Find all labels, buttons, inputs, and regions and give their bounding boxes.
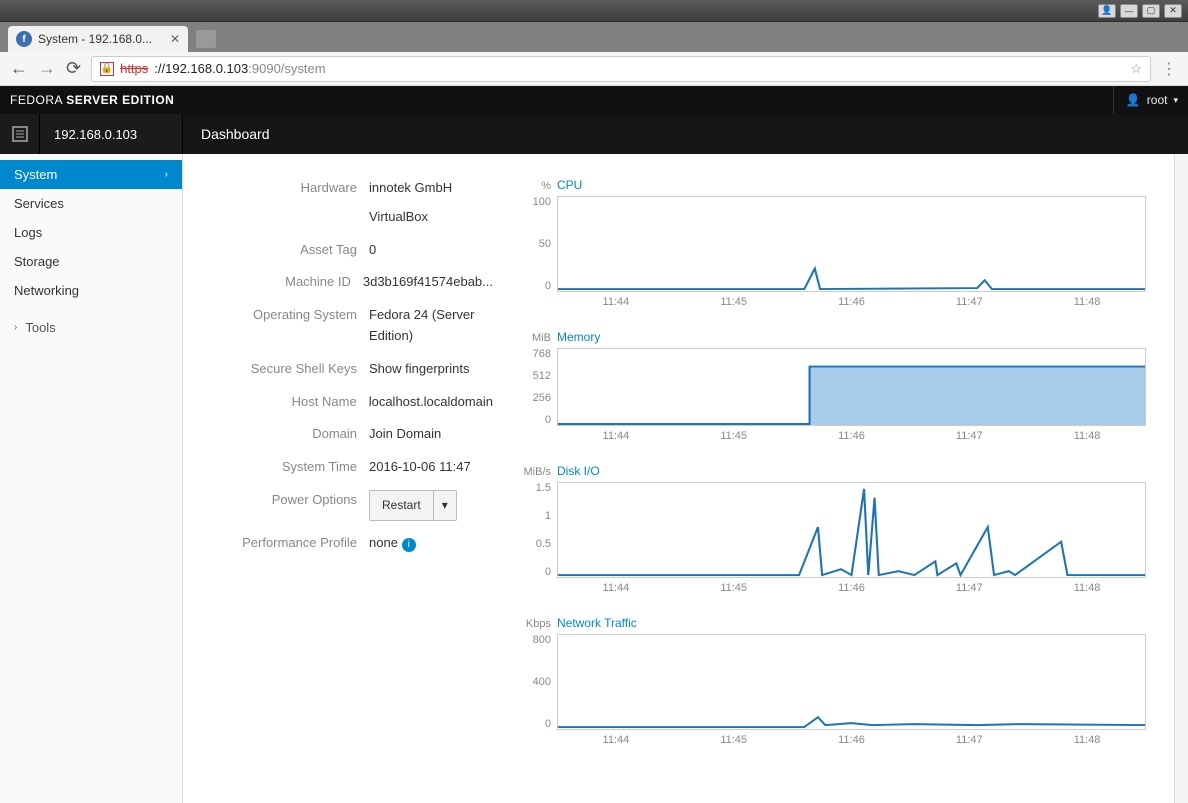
- mem-yaxis: 7685122560: [523, 348, 557, 426]
- label-machine-id: Machine ID: [219, 272, 363, 293]
- net-xaxis: 11:4411:4511:4611:4711:48: [557, 730, 1146, 746]
- label-domain: Domain: [219, 424, 369, 445]
- chevron-right-icon: ›: [14, 322, 17, 333]
- cpu-xaxis: 11:4411:4511:4611:4711:48: [557, 292, 1146, 308]
- user-menu-button[interactable]: 👤: [1098, 4, 1116, 18]
- mem-unit: MiB: [523, 332, 557, 344]
- cpu-title[interactable]: CPU: [557, 178, 582, 192]
- url-host: ://192.168.0.103: [154, 61, 248, 76]
- disk-title[interactable]: Disk I/O: [557, 464, 600, 478]
- link-show-fingerprints[interactable]: Show fingerprints: [369, 359, 493, 380]
- content-scrollbar[interactable]: [1174, 154, 1188, 803]
- mem-xaxis: 11:4411:4511:4611:4711:48: [557, 426, 1146, 442]
- sidebar-item-label: Networking: [14, 283, 79, 298]
- restart-button-label: Restart: [370, 491, 433, 520]
- brand-bar: FEDORA SERVER EDITION 👤 root ▾: [0, 86, 1188, 114]
- window-maximize-button[interactable]: ▢: [1142, 4, 1160, 18]
- sidebar-item-label: System: [14, 167, 57, 182]
- cpu-unit: %: [523, 180, 557, 192]
- chart-memory: MiBMemory 7685122560 11:4411:4511:4611:4…: [523, 330, 1146, 442]
- link-system-time[interactable]: 2016-10-06 11:47: [369, 457, 493, 478]
- chevron-right-icon: ›: [165, 169, 168, 180]
- sidebar-item-label: Services: [14, 196, 64, 211]
- window-minimize-button[interactable]: —: [1120, 4, 1138, 18]
- info-icon[interactable]: i: [402, 538, 416, 552]
- user-icon: 👤: [1126, 93, 1141, 107]
- value-machine-id: 3d3b169f41574ebab...: [363, 272, 493, 293]
- server-icon: [0, 114, 40, 154]
- caret-down-icon: ▾: [1173, 95, 1178, 106]
- brand-text: FEDORA SERVER EDITION: [10, 93, 174, 107]
- sidebar: System › Services Logs Storage Networking › T…: [0, 154, 183, 803]
- url-path: :9090/system: [248, 61, 325, 76]
- sidebar-item-services[interactable]: Services: [0, 189, 182, 218]
- tab-close-icon[interactable]: ✕: [170, 32, 180, 46]
- net-plot[interactable]: [557, 634, 1146, 730]
- os-titlebar: 👤 — ▢ ✕: [0, 0, 1188, 22]
- browser-toolbar: ← → ⟳ 🔒 https ://192.168.0.103:9090/syst…: [0, 52, 1188, 86]
- sidebar-group-label: Tools: [25, 320, 168, 335]
- cpu-yaxis: 100500: [523, 196, 557, 292]
- host-ip: 192.168.0.103: [40, 127, 137, 142]
- label-hardware: Hardware: [219, 178, 369, 199]
- label-host-name: Host Name: [219, 392, 369, 413]
- net-yaxis: 8004000: [523, 634, 557, 730]
- dashboard-label[interactable]: Dashboard: [183, 114, 270, 154]
- browser-tab[interactable]: f System - 192.168.0... ✕: [8, 26, 188, 52]
- net-title[interactable]: Network Traffic: [557, 616, 637, 630]
- mem-plot[interactable]: [557, 348, 1146, 426]
- disk-yaxis: 1.510.50: [523, 482, 557, 578]
- nav-forward-icon: →: [38, 58, 56, 79]
- sidebar-item-storage[interactable]: Storage: [0, 247, 182, 276]
- link-host-name[interactable]: localhost.localdomain: [369, 392, 493, 413]
- restart-button[interactable]: Restart ▾: [369, 490, 457, 521]
- label-power-options: Power Options: [219, 490, 369, 511]
- disk-unit: MiB/s: [523, 466, 557, 478]
- user-name: root: [1147, 93, 1168, 107]
- url-box[interactable]: 🔒 https ://192.168.0.103:9090/system ☆: [91, 56, 1151, 82]
- value-asset-tag: 0: [369, 240, 493, 261]
- user-menu[interactable]: 👤 root ▾: [1113, 86, 1178, 114]
- label-os: Operating System: [219, 305, 369, 326]
- system-info: Hardware innotek GmbH VirtualBox Asset T…: [183, 178, 513, 779]
- net-unit: Kbps: [523, 618, 557, 630]
- new-tab-button[interactable]: [196, 30, 216, 48]
- browser-menu-icon[interactable]: ⋮: [1161, 59, 1178, 79]
- sidebar-item-system[interactable]: System ›: [0, 160, 182, 189]
- label-asset-tag: Asset Tag: [219, 240, 369, 261]
- host-chip[interactable]: 192.168.0.103: [0, 114, 183, 154]
- sidebar-item-label: Logs: [14, 225, 42, 240]
- tab-title: System - 192.168.0...: [38, 32, 152, 46]
- insecure-lock-icon[interactable]: 🔒: [100, 62, 114, 76]
- chart-net: KbpsNetwork Traffic 8004000 11:4411:4511…: [523, 616, 1146, 746]
- value-os: Fedora 24 (Server Edition): [369, 305, 493, 347]
- mem-title[interactable]: Memory: [557, 330, 600, 344]
- sidebar-item-label: Storage: [14, 254, 60, 269]
- disk-xaxis: 11:4411:4511:4611:4711:48: [557, 578, 1146, 594]
- disk-plot[interactable]: [557, 482, 1146, 578]
- cpu-plot[interactable]: [557, 196, 1146, 292]
- url-scheme: https: [120, 61, 148, 76]
- link-join-domain[interactable]: Join Domain: [369, 424, 493, 445]
- nav-back-icon[interactable]: ←: [10, 58, 28, 79]
- nav-reload-icon[interactable]: ⟳: [66, 58, 81, 79]
- chart-cpu: %CPU 100500 11:4411:4511:4611:4711:48: [523, 178, 1146, 308]
- bookmark-star-icon[interactable]: ☆: [1130, 61, 1142, 77]
- sidebar-item-logs[interactable]: Logs: [0, 218, 182, 247]
- charts-column: %CPU 100500 11:4411:4511:4611:4711:48: [513, 178, 1146, 779]
- browser-tabstrip: f System - 192.168.0... ✕: [0, 22, 1188, 52]
- label-perf-profile: Performance Profile: [219, 533, 369, 554]
- label-system-time: System Time: [219, 457, 369, 478]
- host-bar: 192.168.0.103 Dashboard: [0, 114, 1188, 154]
- sidebar-group-tools[interactable]: › Tools: [0, 313, 182, 342]
- value-perf-profile: nonei: [369, 533, 493, 554]
- value-hardware: innotek GmbH VirtualBox: [369, 178, 493, 228]
- content: Hardware innotek GmbH VirtualBox Asset T…: [183, 154, 1174, 803]
- label-ssh-keys: Secure Shell Keys: [219, 359, 369, 380]
- window-close-button[interactable]: ✕: [1164, 4, 1182, 18]
- fedora-favicon-icon: f: [16, 31, 32, 47]
- restart-caret-icon[interactable]: ▾: [433, 491, 456, 520]
- chart-disk: MiB/sDisk I/O 1.510.50 11:4411:4511:4611…: [523, 464, 1146, 594]
- sidebar-item-networking[interactable]: Networking: [0, 276, 182, 305]
